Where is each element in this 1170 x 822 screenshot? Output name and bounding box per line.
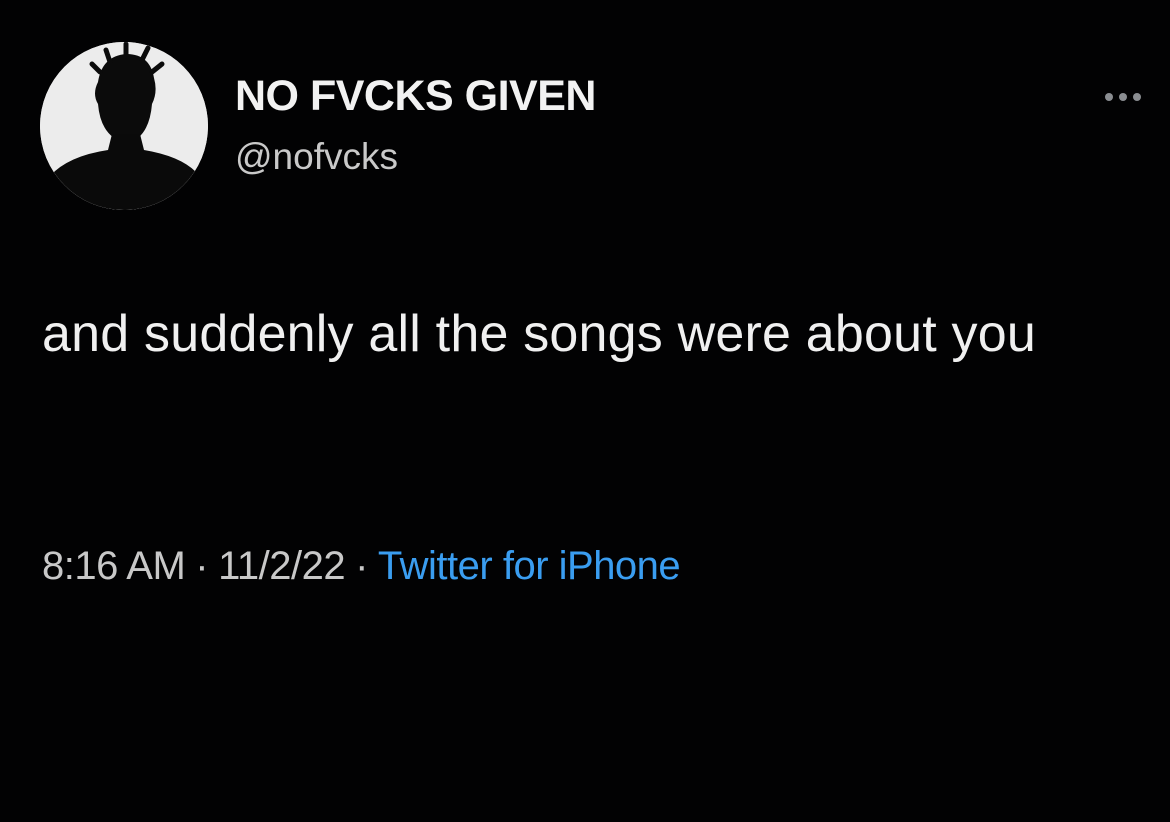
tweet-date[interactable]: 11/2/22 xyxy=(218,544,346,588)
tweet-metadata: 8:16 AM · 11/2/22 · Twitter for iPhone xyxy=(42,544,681,589)
author-handle[interactable]: @nofvcks xyxy=(235,136,398,178)
tweet-text: and suddenly all the songs were about yo… xyxy=(42,305,1036,363)
more-dot xyxy=(1105,93,1113,101)
tweet-source-link[interactable]: Twitter for iPhone xyxy=(378,544,681,588)
more-dot xyxy=(1119,93,1127,101)
author-display-name[interactable]: NO FVCKS GIVEN xyxy=(235,72,596,121)
more-dot xyxy=(1133,93,1141,101)
meta-separator: · xyxy=(355,544,368,588)
more-options-icon[interactable] xyxy=(1098,84,1148,110)
author-avatar[interactable] xyxy=(40,42,208,210)
tweet-time[interactable]: 8:16 AM xyxy=(42,544,186,588)
tweet-card: NO FVCKS GIVEN @nofvcks and suddenly all… xyxy=(0,0,1170,822)
silhouette-avatar-icon xyxy=(40,42,208,210)
meta-separator: · xyxy=(195,544,209,588)
